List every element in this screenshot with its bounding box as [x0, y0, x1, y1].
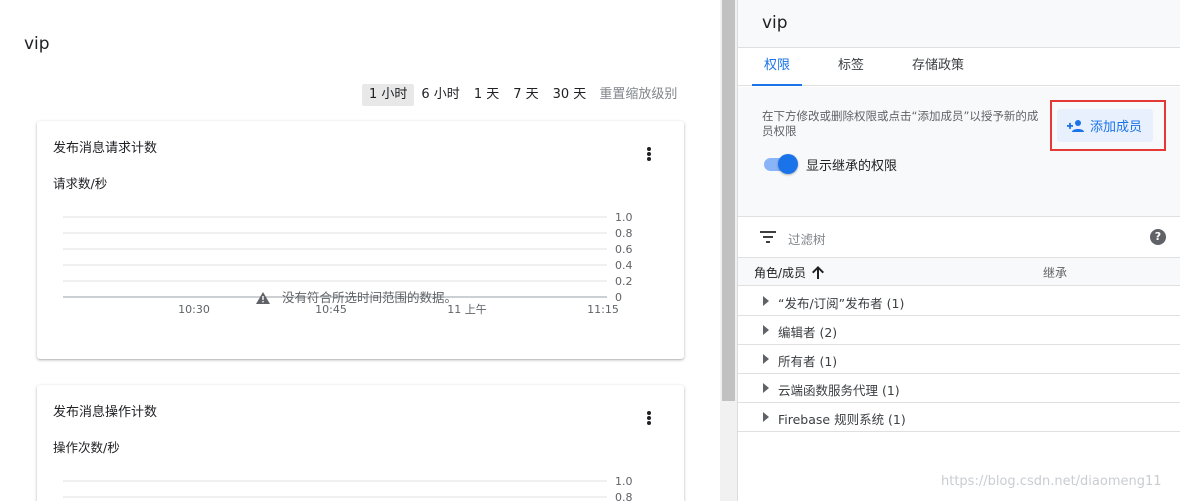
info-panel: vip 权限 标签 存储政策 在下方修改或删除权限或点击“添加成员”以授予新的成…: [737, 0, 1180, 501]
y-tick-label: 0.8: [615, 227, 633, 240]
y-tick-label: 0.6: [615, 243, 633, 256]
table-row[interactable]: 编辑者 (2): [738, 316, 1180, 345]
permissions-help-text: 在下方修改或删除权限或点击“添加成员”以授予新的成员权限: [762, 109, 1039, 138]
empty-state-message: 没有符合所选时间范围的数据。: [282, 290, 457, 305]
metrics-pane: vip 1 小时 6 小时 1 天 7 天 30 天 重置缩放级别 发布消息请求…: [0, 0, 720, 501]
time-range-1d[interactable]: 1 天: [467, 84, 506, 106]
col-role-member[interactable]: 角色/成员: [754, 264, 825, 281]
panel-header: vip: [738, 0, 1180, 48]
table-header: 角色/成员 继承: [738, 258, 1180, 286]
col-role-label: 角色/成员: [754, 266, 807, 280]
chart-publish-requests: 1.00.80.60.40.20 10:30 10:45 11 上午 11:15 没有…: [63, 211, 633, 316]
reset-zoom-button[interactable]: 重置缩放级别: [595, 84, 681, 106]
metric-card-publish-requests: 发布消息请求计数 请求数/秒 1.0 0.8 0.6 0.4 0.2 0 10:30 10:…: [37, 121, 684, 359]
row-label: 云端函数服务代理 (1): [778, 383, 900, 398]
watermark: https://blog.csdn.net/diaomeng11: [941, 474, 1162, 489]
add-member-label: 添加成员: [1090, 120, 1143, 135]
time-range-30d[interactable]: 30 天: [546, 84, 594, 106]
time-range-1h[interactable]: 1 小时: [362, 84, 415, 106]
row-label: 所有者 (1): [778, 354, 838, 369]
permissions-info: 在下方修改或删除权限或点击“添加成员”以授予新的成员权限 添加成员 显示继承的权…: [738, 87, 1180, 217]
table-row[interactable]: “发布/订阅”发布者 (1): [738, 287, 1180, 316]
expand-caret-icon[interactable]: [763, 383, 769, 393]
filter-icon: [760, 231, 776, 243]
add-person-icon: [1067, 119, 1084, 132]
x-tick-label: 10:30: [178, 303, 210, 316]
page-title: vip: [24, 34, 50, 54]
filter-bar[interactable]: 过滤树 ?: [738, 218, 1180, 258]
scrollbar-thumb[interactable]: [722, 0, 735, 401]
filter-input[interactable]: 过滤树: [788, 229, 826, 248]
row-label: Firebase 规则系统 (1): [778, 412, 906, 427]
y-tick-label: 0.4: [615, 259, 633, 272]
pane-scrollbar[interactable]: [720, 0, 737, 501]
y-tick-label: 1.0: [615, 211, 633, 224]
panel-tabs: 权限 标签 存储政策: [738, 48, 1180, 86]
metric-card-publish-operations: 发布消息操作计数 操作次数/秒 1.0 0.8: [37, 385, 684, 501]
show-inherited-label: 显示继承的权限: [806, 158, 898, 174]
app-root: vip 1 小时 6 小时 1 天 7 天 30 天 重置缩放级别 发布消息请求…: [0, 0, 1180, 501]
table-row[interactable]: Firebase 规则系统 (1): [738, 403, 1180, 432]
empty-state: 没有符合所选时间范围的数据。: [256, 290, 457, 305]
add-member-button[interactable]: 添加成员: [1057, 109, 1153, 142]
row-label: “发布/订阅”发布者 (1): [778, 296, 905, 311]
table-row[interactable]: 云端函数服务代理 (1): [738, 374, 1180, 403]
panel-title: vip: [762, 13, 788, 33]
expand-caret-icon[interactable]: [763, 296, 769, 306]
expand-caret-icon[interactable]: [763, 325, 769, 335]
tab-permissions[interactable]: 权限: [752, 48, 802, 86]
show-inherited-toggle[interactable]: [762, 153, 798, 175]
highlight-box: 添加成员: [1050, 100, 1166, 151]
tab-labels[interactable]: 标签: [826, 48, 876, 86]
tab-retention-policy[interactable]: 存储政策: [904, 48, 972, 86]
sort-arrow-up-icon: [812, 266, 825, 279]
col-inherit: 继承: [1043, 266, 1068, 280]
y-tick-label: 1.0: [615, 475, 633, 488]
time-range-6h[interactable]: 6 小时: [414, 84, 466, 106]
help-icon[interactable]: ?: [1150, 229, 1166, 245]
chart-publish-operations: 1.00.8: [63, 475, 633, 501]
time-range-selector: 1 小时 6 小时 1 天 7 天 30 天 重置缩放级别: [362, 84, 681, 106]
time-range-7d[interactable]: 7 天: [506, 84, 545, 106]
row-label: 编辑者 (2): [778, 325, 838, 340]
x-tick-label: 11:15: [587, 303, 619, 316]
y-tick-label: 0.8: [615, 491, 633, 501]
show-inherited-row: 显示继承的权限: [762, 153, 897, 175]
expand-caret-icon[interactable]: [763, 354, 769, 364]
table-row[interactable]: 所有者 (1): [738, 345, 1180, 374]
y-tick-label: 0.2: [615, 275, 633, 288]
expand-caret-icon[interactable]: [763, 412, 769, 422]
